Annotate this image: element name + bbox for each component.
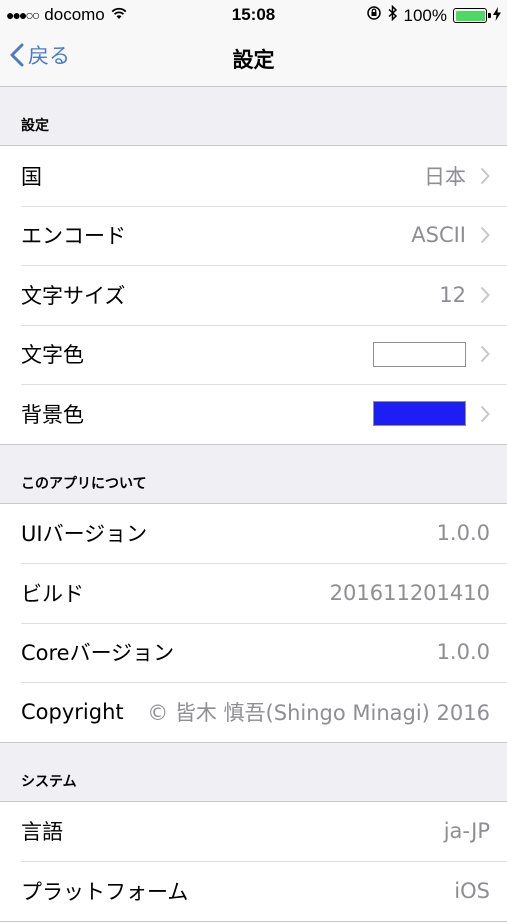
row-label: 文字サイズ bbox=[21, 283, 126, 308]
row-value: iOS bbox=[454, 878, 490, 903]
battery-icon bbox=[453, 8, 491, 23]
row-language: 言語 ja-JP bbox=[0, 802, 507, 862]
text-color-swatch bbox=[373, 341, 466, 367]
charging-icon bbox=[493, 6, 501, 26]
navigation-bar: 戻る 設定 bbox=[0, 30, 507, 87]
row-label: エンコード bbox=[21, 224, 126, 249]
row-value: ja-JP bbox=[443, 819, 490, 844]
row-label: Coreバージョン bbox=[21, 641, 175, 666]
row-ui-version: UIバージョン 1.0.0 bbox=[0, 504, 507, 564]
row-build: ビルド 201611201410 bbox=[0, 563, 507, 623]
row-label: 言語 bbox=[21, 820, 63, 845]
chevron-right-icon bbox=[480, 286, 490, 303]
section-header-system: システム bbox=[21, 773, 77, 790]
row-value: © 皆木 慎吾(Shingo Minagi) 2016 bbox=[147, 700, 490, 725]
orientation-lock-icon bbox=[366, 5, 382, 26]
settings-list: 設定 国 日本 エンコード ASCII 文字サイズ 12 文字色 背景色 このア… bbox=[0, 87, 507, 922]
bluetooth-icon bbox=[388, 4, 398, 26]
chevron-right-icon bbox=[480, 167, 490, 184]
row-country[interactable]: 国 日本 bbox=[0, 146, 507, 206]
row-value: 日本 bbox=[424, 164, 466, 189]
page-title: 設定 bbox=[232, 48, 275, 72]
row-platform: プラットフォーム iOS bbox=[0, 861, 507, 921]
status-bar: ●●●○○ docomo 15:08 100% bbox=[0, 0, 507, 30]
row-label: 背景色 bbox=[21, 402, 84, 427]
row-label: 国 bbox=[21, 164, 42, 189]
chevron-right-icon bbox=[480, 405, 490, 422]
system-group: 言語 ja-JP プラットフォーム iOS bbox=[0, 800, 507, 922]
row-value: 12 bbox=[439, 282, 466, 307]
section-header-about: このアプリについて bbox=[21, 475, 147, 492]
row-value: 1.0.0 bbox=[436, 640, 490, 665]
row-label: プラットフォーム bbox=[21, 879, 189, 904]
row-core-version: Coreバージョン 1.0.0 bbox=[0, 622, 507, 683]
row-encoding[interactable]: エンコード ASCII bbox=[0, 205, 507, 266]
chevron-right-icon bbox=[480, 346, 490, 363]
row-background-color[interactable]: 背景色 bbox=[0, 384, 507, 444]
row-copyright: Copyright © 皆木 慎吾(Shingo Minagi) 2016 bbox=[0, 682, 507, 742]
chevron-right-icon bbox=[480, 227, 490, 244]
row-label: 文字色 bbox=[21, 343, 84, 368]
row-font-size[interactable]: 文字サイズ 12 bbox=[0, 265, 507, 325]
settings-group: 国 日本 エンコード ASCII 文字サイズ 12 文字色 背景色 bbox=[0, 145, 507, 445]
row-text-color[interactable]: 文字色 bbox=[0, 324, 507, 385]
row-value: ASCII bbox=[411, 223, 466, 248]
background-color-swatch bbox=[373, 401, 466, 427]
about-group: UIバージョン 1.0.0 ビルド 201611201410 Coreバージョン… bbox=[0, 502, 507, 743]
row-label: Copyright bbox=[21, 699, 124, 724]
battery-percent: 100% bbox=[403, 5, 447, 25]
row-value: 1.0.0 bbox=[436, 521, 490, 546]
row-value: 201611201410 bbox=[329, 580, 490, 605]
row-label: UIバージョン bbox=[21, 522, 148, 547]
row-label: ビルド bbox=[21, 581, 84, 606]
status-right: 100% bbox=[366, 4, 501, 26]
section-header-settings: 設定 bbox=[21, 118, 49, 134]
